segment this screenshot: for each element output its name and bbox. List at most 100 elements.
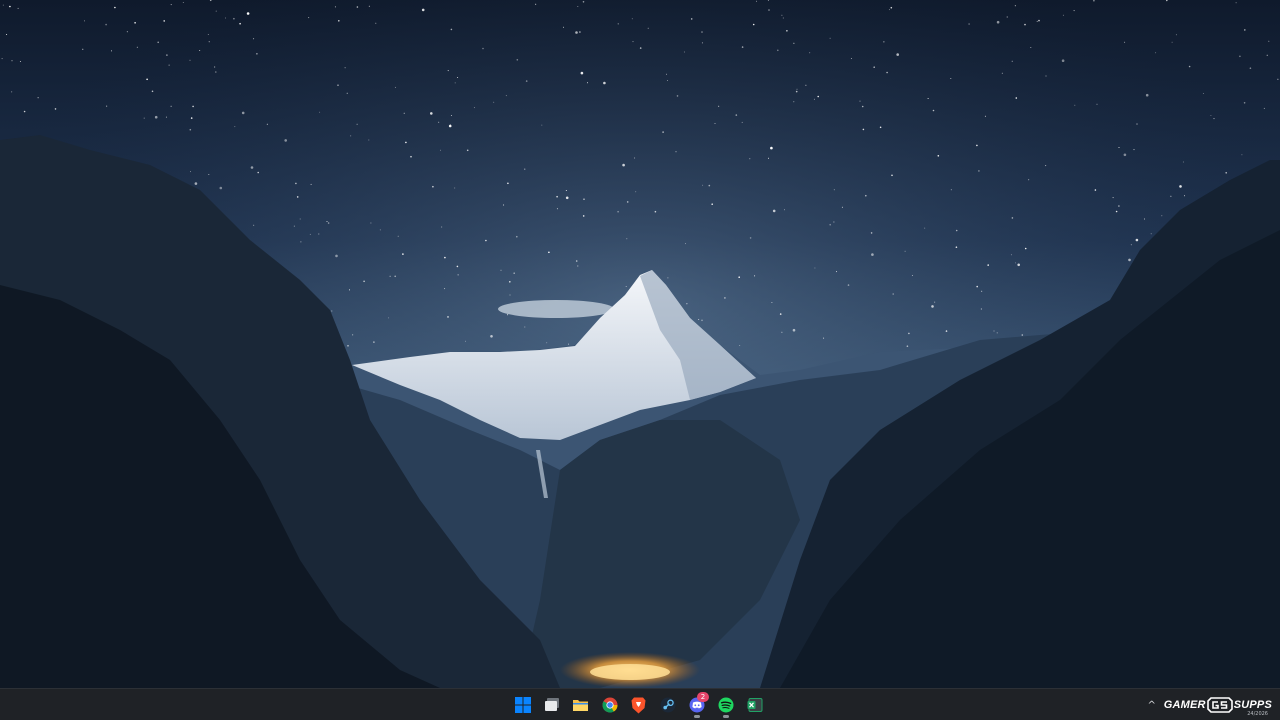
show-hidden-icons-button[interactable]: ^ bbox=[1144, 694, 1160, 716]
star bbox=[535, 3, 537, 5]
file-explorer-button[interactable] bbox=[566, 691, 595, 719]
star bbox=[1184, 195, 1185, 197]
star bbox=[1268, 40, 1270, 42]
star bbox=[582, 215, 585, 217]
brave-button[interactable] bbox=[624, 691, 653, 719]
star bbox=[346, 92, 348, 94]
star bbox=[756, 0, 757, 2]
star bbox=[300, 241, 302, 243]
discord-notification-badge: 2 bbox=[697, 692, 709, 702]
star bbox=[1094, 189, 1097, 191]
star bbox=[1128, 258, 1131, 262]
star bbox=[84, 20, 85, 22]
star bbox=[368, 139, 370, 141]
star bbox=[352, 334, 354, 336]
star bbox=[105, 23, 107, 26]
star bbox=[368, 5, 370, 7]
star bbox=[157, 41, 159, 44]
star bbox=[250, 166, 254, 169]
star bbox=[402, 253, 404, 255]
star bbox=[208, 174, 210, 175]
star bbox=[896, 53, 899, 56]
star bbox=[1014, 5, 1016, 7]
star bbox=[444, 256, 446, 259]
star bbox=[338, 20, 340, 22]
star bbox=[310, 183, 312, 185]
star bbox=[82, 48, 84, 50]
star bbox=[714, 123, 716, 124]
star bbox=[1249, 67, 1252, 69]
star bbox=[189, 59, 191, 61]
star bbox=[447, 316, 449, 318]
star bbox=[1277, 78, 1279, 80]
star bbox=[796, 88, 798, 90]
star bbox=[702, 184, 704, 186]
task-view-icon bbox=[544, 698, 559, 711]
star bbox=[632, 41, 634, 43]
star bbox=[190, 117, 193, 119]
star bbox=[829, 37, 831, 39]
star bbox=[1062, 14, 1064, 16]
star bbox=[575, 31, 578, 34]
star bbox=[931, 305, 934, 308]
star bbox=[154, 115, 158, 119]
spotify-icon bbox=[718, 697, 733, 713]
star bbox=[192, 105, 194, 108]
star bbox=[662, 131, 664, 133]
star bbox=[136, 46, 138, 48]
spotify-button[interactable] bbox=[711, 691, 740, 719]
star bbox=[1096, 103, 1098, 105]
star bbox=[450, 28, 453, 31]
star bbox=[447, 70, 449, 72]
steam-button[interactable] bbox=[653, 691, 682, 719]
star bbox=[1145, 93, 1149, 97]
star bbox=[1241, 154, 1243, 156]
star bbox=[847, 284, 850, 286]
star bbox=[817, 95, 819, 98]
star bbox=[126, 31, 128, 33]
star bbox=[432, 185, 434, 188]
star bbox=[891, 174, 893, 177]
star bbox=[2, 4, 4, 6]
star bbox=[326, 221, 328, 222]
star bbox=[266, 123, 268, 125]
star bbox=[563, 26, 564, 28]
star bbox=[934, 301, 936, 303]
star bbox=[170, 105, 172, 107]
star bbox=[741, 121, 743, 123]
star bbox=[1150, 233, 1152, 235]
star bbox=[241, 111, 245, 115]
star bbox=[749, 237, 752, 239]
star bbox=[335, 254, 338, 258]
brave-lion-icon bbox=[631, 697, 646, 713]
chrome-button[interactable] bbox=[595, 691, 624, 719]
desktop[interactable] bbox=[0, 0, 1280, 688]
star bbox=[862, 128, 865, 131]
discord-button[interactable]: 2 bbox=[682, 691, 711, 719]
star bbox=[37, 97, 39, 99]
star bbox=[1133, 149, 1135, 151]
star bbox=[568, 343, 570, 345]
star bbox=[781, 331, 783, 333]
star bbox=[373, 341, 375, 343]
star bbox=[299, 218, 301, 220]
star bbox=[1118, 205, 1120, 207]
star bbox=[768, 157, 769, 159]
star bbox=[239, 22, 241, 25]
star bbox=[194, 182, 198, 185]
gamersupps-logo[interactable]: GAMER SUPPS 24/2026 bbox=[1164, 694, 1272, 717]
steam-icon bbox=[660, 697, 675, 713]
task-view-button[interactable] bbox=[537, 691, 566, 719]
star bbox=[752, 23, 755, 26]
start-button[interactable] bbox=[508, 691, 537, 719]
excel-icon bbox=[747, 698, 762, 712]
star bbox=[170, 4, 172, 6]
star bbox=[580, 71, 584, 75]
star bbox=[207, 34, 209, 35]
star bbox=[219, 186, 223, 190]
star bbox=[1073, 10, 1075, 12]
excel-button[interactable] bbox=[740, 691, 769, 719]
star bbox=[1202, 93, 1204, 94]
star bbox=[980, 308, 982, 310]
star bbox=[337, 84, 339, 86]
